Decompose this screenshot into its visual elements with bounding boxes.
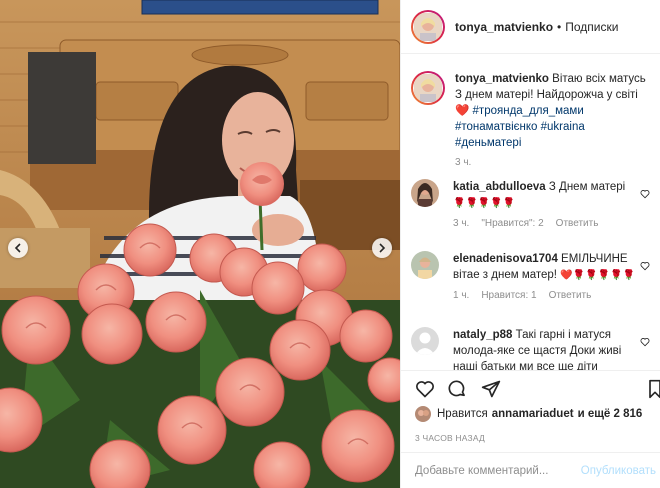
chevron-right-icon	[379, 243, 386, 253]
post-timestamp[interactable]: 3 ЧАСОВ НАЗАД	[415, 433, 485, 443]
avatar-image	[415, 406, 431, 422]
reply-button[interactable]: Ответить	[556, 218, 599, 229]
avatar-image	[411, 251, 439, 279]
heart-icon[interactable]	[415, 379, 435, 399]
hashtag[interactable]: #троянда_для_мами	[473, 105, 584, 117]
follow-button[interactable]: Подписки	[565, 20, 618, 34]
comment-meta: 3 ч. "Нравится": 2 Ответить	[453, 218, 649, 229]
avatar-image	[411, 179, 439, 207]
comment-likes[interactable]: Нравится: 1	[481, 290, 536, 301]
comment-meta: 1 ч. Нравится: 1 Ответить	[453, 290, 649, 301]
header-separator: •	[557, 19, 562, 34]
caption-text: tonya_matvienko Вітаю всіх матусь З днем…	[455, 71, 651, 151]
comment-text: elenadenisova1704 ЕМІЛЬЧИНЕ вітае з днем…	[453, 251, 649, 284]
comment-item: elenadenisova1704 ЕМІЛЬЧИНЕ вітае з днем…	[411, 251, 656, 301]
avatar-image	[414, 74, 442, 102]
like-comment-heart-icon[interactable]	[640, 261, 650, 271]
hashtag[interactable]: #ukraina	[541, 121, 585, 133]
comment-username[interactable]: elenadenisova1704	[453, 253, 558, 265]
comment-time[interactable]: 1 ч.	[453, 290, 469, 301]
liker-avatar[interactable]	[415, 406, 431, 422]
hashtag[interactable]: #деньматері	[455, 137, 521, 149]
comment-item: nataly_p88 Такі гарні і матуся молода-як…	[411, 327, 656, 370]
comment-username[interactable]: nataly_p88	[453, 329, 512, 341]
add-comment-bar: Опубликовать	[401, 452, 660, 488]
comment-text: katia_abdulloeva З Днем матері 🌹🌹🌹🌹🌹	[453, 179, 649, 212]
comment-text: nataly_p88 Такі гарні і матуся молода-як…	[453, 327, 649, 370]
hashtag[interactable]: #тонаматвієнко	[455, 121, 537, 133]
likes-prefix: Нравится	[437, 408, 488, 420]
comment-item: katia_abdulloeva З Днем матері 🌹🌹🌹🌹🌹 3 ч…	[411, 179, 656, 229]
chevron-left-icon	[14, 243, 21, 253]
liker-username[interactable]: annamariaduet	[492, 408, 574, 420]
post-side-panel: tonya_matvienko • Подписки tonya_matvien…	[400, 0, 660, 488]
commenter-avatar[interactable]	[411, 327, 439, 355]
comment-icon[interactable]	[447, 379, 467, 399]
red-heart-emoji: ❤️	[455, 105, 470, 117]
carousel-prev-button[interactable]	[8, 238, 28, 258]
comment-likes[interactable]: "Нравится": 2	[481, 218, 543, 229]
comment-body: З Днем матері	[548, 181, 626, 193]
post-actions	[401, 370, 660, 410]
avatar-image	[414, 12, 442, 41]
bookmark-icon[interactable]	[647, 379, 660, 399]
share-icon[interactable]	[481, 379, 501, 399]
caption: tonya_matvienko Вітаю всіх матусь З днем…	[411, 71, 656, 168]
comments-list[interactable]: tonya_matvienko Вітаю всіх матусь З днем…	[401, 55, 660, 370]
likes-count[interactable]: и ещё 2 816	[578, 408, 643, 420]
like-comment-heart-icon[interactable]	[640, 189, 650, 199]
likes-summary: Нравится annamariaduet и ещё 2 816	[415, 406, 656, 422]
caption-time[interactable]: 3 ч.	[455, 157, 471, 168]
caption-meta: 3 ч.	[455, 157, 651, 168]
author-avatar[interactable]	[411, 9, 445, 44]
caption-username[interactable]: tonya_matvienko	[455, 73, 549, 85]
comment-input[interactable]	[415, 464, 581, 477]
like-comment-heart-icon[interactable]	[640, 337, 650, 347]
heart-rose-emoji: ❤️🌹🌹🌹🌹🌹	[560, 270, 635, 281]
post-header: tonya_matvienko • Подписки	[401, 0, 660, 54]
commenter-avatar[interactable]	[411, 179, 439, 207]
rose-emoji: 🌹🌹🌹🌹🌹	[453, 198, 516, 209]
default-avatar-icon	[411, 327, 439, 355]
publish-button[interactable]: Опубликовать	[581, 465, 656, 477]
post-photo[interactable]	[0, 0, 400, 488]
carousel-next-button[interactable]	[372, 238, 392, 258]
comment-time[interactable]: 3 ч.	[453, 218, 469, 229]
reply-button[interactable]: Ответить	[549, 290, 592, 301]
post-image	[0, 0, 400, 488]
comment-username[interactable]: katia_abdulloeva	[453, 181, 546, 193]
header-username[interactable]: tonya_matvienko	[455, 20, 553, 34]
caption-avatar[interactable]	[411, 71, 445, 105]
commenter-avatar[interactable]	[411, 251, 439, 279]
